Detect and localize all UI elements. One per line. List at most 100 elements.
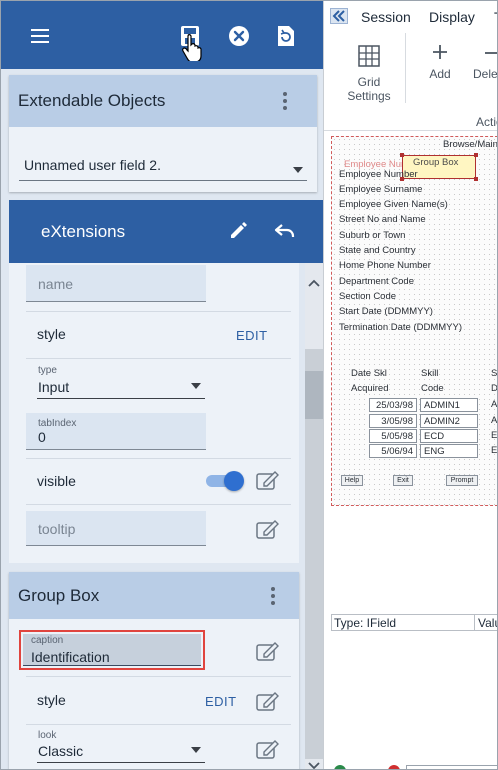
grid-settings-button[interactable]: Grid Settings [338, 39, 400, 109]
col-header: Code [421, 383, 444, 394]
form-design-canvas[interactable]: Browse/Main Employee Number Group Box Em… [331, 136, 498, 506]
field-label: Start Date (DDMMYY) [339, 306, 433, 317]
skill-code-cell[interactable]: ECD [420, 429, 478, 443]
collapse-panel-button[interactable] [330, 8, 348, 24]
divider [26, 724, 291, 725]
edit-square-icon[interactable] [255, 690, 281, 712]
field-label: Department Code [339, 276, 414, 287]
caption-label: caption [31, 635, 64, 646]
menu-icon[interactable] [23, 19, 57, 53]
type-select[interactable]: type Input [37, 365, 205, 399]
skill-date-cell[interactable]: 5/05/98 [369, 429, 417, 443]
scroll-down-icon[interactable] [307, 761, 321, 770]
field-label: Employee Number [339, 169, 418, 180]
field-label: Section Code [339, 291, 397, 302]
menu-truncated[interactable]: T [494, 9, 497, 25]
property-type: Type: IField [334, 616, 397, 630]
edit-square-icon[interactable] [255, 518, 281, 540]
menu-session[interactable]: Session [361, 9, 411, 25]
skill-date-cell[interactable]: 5/06/94 [369, 444, 417, 458]
chevron-down-icon [191, 747, 201, 753]
skill-code-cell[interactable]: ADMIN2 [420, 414, 478, 428]
field-label: Employee Surname [339, 184, 423, 195]
grid-icon [358, 45, 380, 67]
actions-group-label: Actio [476, 115, 497, 129]
extendable-objects-title: Extendable Objects [18, 91, 166, 110]
style-edit-link[interactable]: EDIT [236, 328, 268, 343]
group-style-edit-link[interactable]: EDIT [205, 694, 237, 709]
visible-label: visible [37, 473, 76, 489]
close-button[interactable] [222, 19, 256, 53]
add-button[interactable]: Add [420, 39, 460, 89]
skill-date-cell[interactable]: 25/03/98 [369, 398, 417, 412]
extensions-header: eXtensions [9, 200, 323, 263]
caption-value: Identification [31, 649, 110, 665]
menu-display[interactable]: Display [429, 9, 475, 25]
field-label: Employee Given Name(s) [339, 199, 448, 210]
more-vert-icon[interactable] [275, 89, 295, 113]
edit-square-icon[interactable] [255, 738, 281, 760]
col-header: Acquired [351, 383, 389, 394]
ribbon-divider [405, 33, 406, 103]
edit-square-icon[interactable] [255, 640, 281, 662]
top-toolbar [1, 1, 323, 69]
visible-toggle[interactable] [206, 471, 244, 491]
skill-desc-cell: Ec [491, 430, 498, 441]
skill-code-cell[interactable]: ADMIN1 [420, 398, 478, 412]
grid-settings-label-2: Settings [347, 89, 391, 103]
delete-button[interactable]: Dele [470, 39, 497, 89]
divider [26, 458, 291, 459]
ribbon: Grid Settings Add Dele Actio [324, 31, 497, 131]
col-header: Skill [421, 368, 439, 379]
divider [26, 504, 291, 505]
divider [26, 358, 291, 359]
field-label: Street No and Name [339, 214, 426, 225]
tabindex-value: 0 [38, 429, 46, 445]
more-vert-icon[interactable] [263, 584, 283, 608]
skill-desc-cell: Ac [491, 415, 498, 426]
group-style-label: style [37, 692, 66, 708]
scrollbar-grip[interactable] [305, 371, 323, 419]
name-placeholder: name [38, 276, 74, 292]
app-window: Extendable Objects Unnamed user field 2.… [0, 0, 498, 770]
close-circle-icon [229, 26, 249, 46]
divider [26, 311, 291, 312]
tooltip-input[interactable]: tooltip [26, 511, 206, 546]
status-indicator [334, 765, 346, 769]
chevron-down-icon [293, 167, 303, 173]
look-select[interactable]: look Classic [37, 730, 205, 763]
edit-square-icon[interactable] [255, 469, 281, 491]
look-label: look [38, 730, 57, 741]
undo-icon[interactable] [274, 222, 296, 240]
double-chevron-left-icon [332, 10, 345, 22]
skill-desc-cell: Ac [491, 399, 498, 410]
tooltip-placeholder: tooltip [38, 521, 76, 537]
scroll-up-icon[interactable] [307, 278, 321, 288]
group-box-header: Group Box [9, 572, 299, 619]
help-button[interactable]: Help [341, 475, 363, 486]
skill-code-cell[interactable]: ENG [420, 444, 478, 458]
col-header: Date Skl [351, 368, 387, 379]
edit-pencil-icon[interactable] [228, 221, 248, 241]
skill-date-cell[interactable]: 3/05/98 [369, 414, 417, 428]
group-box-card: Group Box caption Identification style E… [9, 572, 299, 769]
properties-panel: Extendable Objects Unnamed user field 2.… [1, 1, 323, 770]
revert-document-icon [278, 26, 294, 46]
extendable-object-select[interactable]: Unnamed user field 2. [19, 157, 307, 181]
type-value: Input [38, 379, 70, 395]
field-label: State and Country [339, 245, 416, 256]
tabindex-input[interactable]: tabIndex 0 [26, 413, 206, 450]
field-label: Suburb or Town [339, 230, 406, 241]
caption-input[interactable]: caption Identification [23, 634, 201, 666]
group-box-caption: Group Box [413, 157, 459, 168]
prompt-button[interactable]: Prompt [446, 475, 478, 486]
skill-desc-cell: En [491, 445, 498, 456]
tabindex-label: tabIndex [38, 418, 77, 429]
name-input[interactable]: name [26, 265, 206, 302]
plus-icon [433, 45, 447, 59]
extendable-objects-header: Extendable Objects [9, 75, 317, 127]
look-value: Classic [38, 743, 84, 759]
extendable-objects-card: Extendable Objects Unnamed user field 2. [9, 75, 317, 192]
exit-button[interactable]: Exit [393, 475, 413, 486]
revert-button[interactable] [269, 19, 303, 53]
